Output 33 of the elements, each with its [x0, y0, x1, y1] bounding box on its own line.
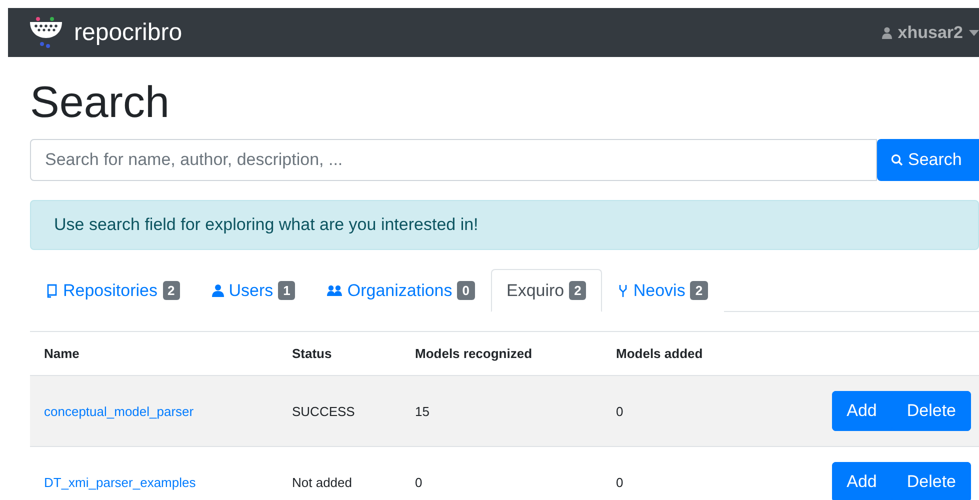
status-cell-text: Not added [292, 474, 353, 490]
fork-icon [618, 284, 628, 298]
brand-link[interactable]: repocribro [28, 16, 182, 50]
info-alert: Use search field for exploring what are you interested in! [30, 200, 979, 250]
table-cell-text: 0 [616, 474, 624, 490]
people-icon [327, 284, 342, 297]
search-icon [891, 154, 903, 166]
count-badge: 2 [162, 281, 180, 300]
search-button[interactable]: Search [877, 139, 979, 182]
person-icon [212, 284, 224, 298]
page-title: Search [30, 79, 170, 128]
table-cell-text: 15 [415, 404, 430, 419]
tab[interactable]: Exquiro 2 [490, 269, 602, 312]
person-icon [882, 26, 892, 38]
column-header: Name [44, 346, 80, 362]
repository-link[interactable]: conceptual_model_parser [44, 404, 292, 419]
table-cell-text: 0 [415, 474, 424, 490]
column-header: Models added [616, 346, 704, 362]
table-row[interactable]: conceptual_model_parser SUCCESS 15 0 Add Delete [30, 376, 979, 448]
count-badge: 2 [690, 281, 708, 300]
repository-link[interactable]: DT_xmi_parser_examples [44, 474, 292, 490]
status-cell-text: SUCCESS [292, 404, 356, 419]
column-header: Models recognized [415, 346, 534, 362]
table-cell-text: 0 [616, 404, 624, 419]
sieve-logo-icon [28, 16, 64, 50]
count-badge: 2 [569, 281, 586, 300]
column-header: Status [292, 346, 333, 362]
search-field[interactable]: Search for name, author, description, ... [30, 139, 877, 182]
count-badge: 1 [278, 281, 296, 300]
user-menu[interactable]: xhusar2 [882, 22, 979, 42]
count-badge: 0 [457, 281, 474, 300]
caret-icon [969, 30, 979, 36]
book-icon [46, 284, 58, 298]
